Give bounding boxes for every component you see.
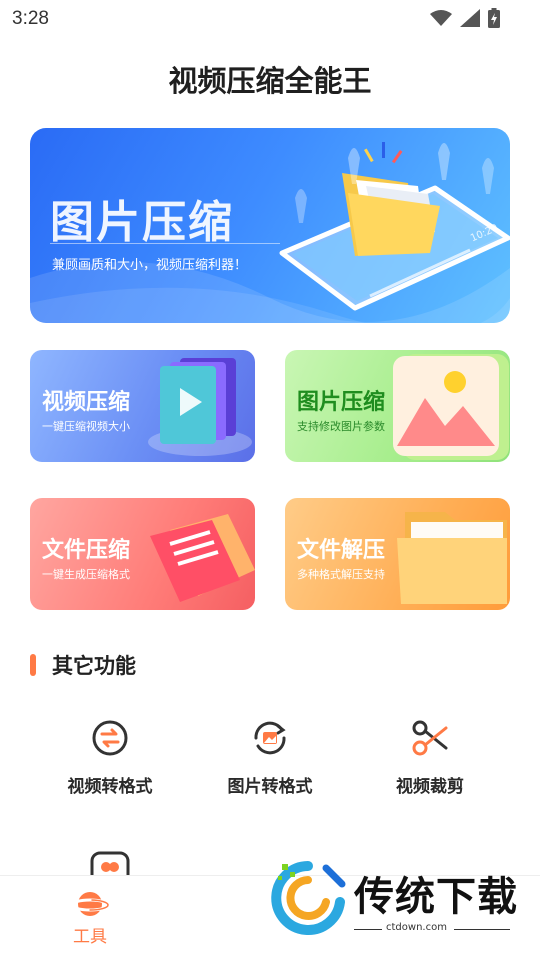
nav-label-tools: 工具 [73,927,107,947]
hero-banner-image-compress[interactable]: 图片压缩 兼顾画质和大小，视频压缩利器！ 10:20 [30,128,510,323]
battery-charging-icon [488,8,500,28]
watermark-url: ctdown.com [386,922,447,933]
scissors-icon [412,720,448,756]
watermark-rule-right [454,929,510,930]
planet-icon [71,892,109,916]
tool-image-convert[interactable]: 图片转格式 [190,718,350,797]
tool-video-crop[interactable]: 视频裁剪 [350,718,510,797]
app-title: 视频压缩全能王 [168,64,372,98]
section-header-other-functions: 其它功能 [30,650,136,680]
tool-partial-icon [90,851,130,875]
wifi-icon [430,10,452,26]
watermark-brand: 传统下载 [354,874,518,920]
video-convert-icon [92,720,128,756]
card-subtitle: 支持修改图片参数 [297,420,385,433]
image-convert-icon [254,721,286,755]
folder-icon [342,173,440,256]
tool-label: 视频转格式 [67,777,153,797]
tool-video-convert[interactable]: 视频转格式 [30,718,190,797]
tool-label: 视频裁剪 [396,777,464,797]
confetti-icon [364,142,403,164]
card-title: 文件解压 [297,538,386,563]
card-file-compress[interactable]: 文件压缩 一键生成压缩格式 [30,498,255,610]
watermark-rule-left [354,929,382,930]
status-bar: 3:28 [0,0,540,38]
card-image-compress[interactable]: 图片压缩 支持修改图片参数 [285,350,510,462]
card-video-compress[interactable]: 视频压缩 一键压缩视频大小 [30,350,255,462]
card-title: 文件压缩 [42,538,131,563]
card-subtitle: 一键生成压缩格式 [42,568,130,581]
section-title: 其它功能 [52,654,136,678]
card-title: 视频压缩 [42,390,131,415]
nav-item-tools[interactable]: 工具 [60,888,120,947]
card-file-extract[interactable]: 文件解压 多种格式解压支持 [285,498,510,610]
section-accent-bar [30,654,36,676]
watermark: 传统下载 ctdown.com [268,858,518,938]
card-subtitle: 多种格式解压支持 [297,568,385,581]
hero-subtitle: 兼顾画质和大小，视频压缩利器！ [52,258,248,273]
hero-divider [50,243,280,244]
card-subtitle: 一键压缩视频大小 [42,420,130,433]
hero-title: 图片压缩 [50,197,234,248]
status-time: 3:28 [12,8,49,29]
watermark-logo [271,861,346,935]
status-icons [430,8,500,28]
tool-label: 图片转格式 [227,777,313,797]
card-title: 图片压缩 [297,390,386,415]
signal-icon [460,9,480,27]
